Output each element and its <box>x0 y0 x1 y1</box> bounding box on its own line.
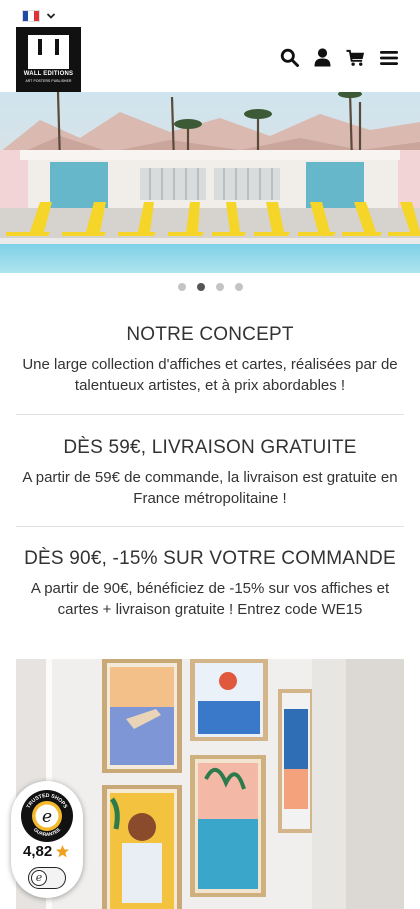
trusted-shops-e-icon: e <box>31 870 47 886</box>
site-logo[interactable]: WALL EDITIONS ART POSTERS PUBLISHER <box>16 27 81 92</box>
logo-title: WALL EDITIONS <box>23 71 74 77</box>
star-icon <box>56 844 70 858</box>
section-title: NOTRE CONCEPT <box>126 324 294 345</box>
logo-mark-icon <box>28 35 69 69</box>
carousel-dot[interactable] <box>177 283 186 291</box>
header-actions <box>280 48 398 67</box>
section-text: Une large collection d'affiches et carte… <box>22 356 398 394</box>
carousel-dot[interactable] <box>234 283 243 291</box>
trusted-shops-seal-icon: e TRUSTED SHOPS GUARANTEE <box>21 790 73 842</box>
discount-section: DÈS 90€, -15% SUR VOTRE COMMANDE A parti… <box>16 548 404 620</box>
france-flag-icon <box>22 10 40 22</box>
carousel-dot[interactable] <box>215 283 224 291</box>
account-icon[interactable] <box>313 48 332 67</box>
carousel-dots <box>0 283 420 291</box>
divider <box>16 526 404 527</box>
trusted-shops-badge[interactable]: e TRUSTED SHOPS GUARANTEE 4,82 e <box>11 781 83 898</box>
hero-carousel-image[interactable] <box>0 92 420 273</box>
rating: 4,82 <box>23 843 70 860</box>
concept-section: NOTRE CONCEPT Une large collection d'aff… <box>16 324 404 396</box>
section-text: A partir de 59€ de commande, la livraiso… <box>22 469 398 507</box>
search-icon[interactable] <box>280 48 299 67</box>
language-selector[interactable] <box>22 9 62 23</box>
menu-icon[interactable] <box>379 48 398 67</box>
section-text: A partir de 90€, bénéficiez de -15% sur … <box>30 580 390 618</box>
chevron-down-icon <box>46 13 56 19</box>
trusted-shops-toggle[interactable]: e <box>28 867 66 889</box>
rating-value: 4,82 <box>23 843 53 860</box>
logo-subtitle: ART POSTERS PUBLISHER <box>25 79 72 83</box>
section-title: DÈS 59€, LIVRAISON GRATUITE <box>63 437 357 458</box>
section-title: DÈS 90€, -15% SUR VOTRE COMMANDE <box>24 548 396 569</box>
free-shipping-section: DÈS 59€, LIVRAISON GRATUITE A partir de … <box>16 437 404 509</box>
cart-icon[interactable] <box>346 48 365 67</box>
divider <box>16 414 404 415</box>
carousel-dot-active[interactable] <box>196 283 205 291</box>
svg-text:e: e <box>42 807 52 827</box>
